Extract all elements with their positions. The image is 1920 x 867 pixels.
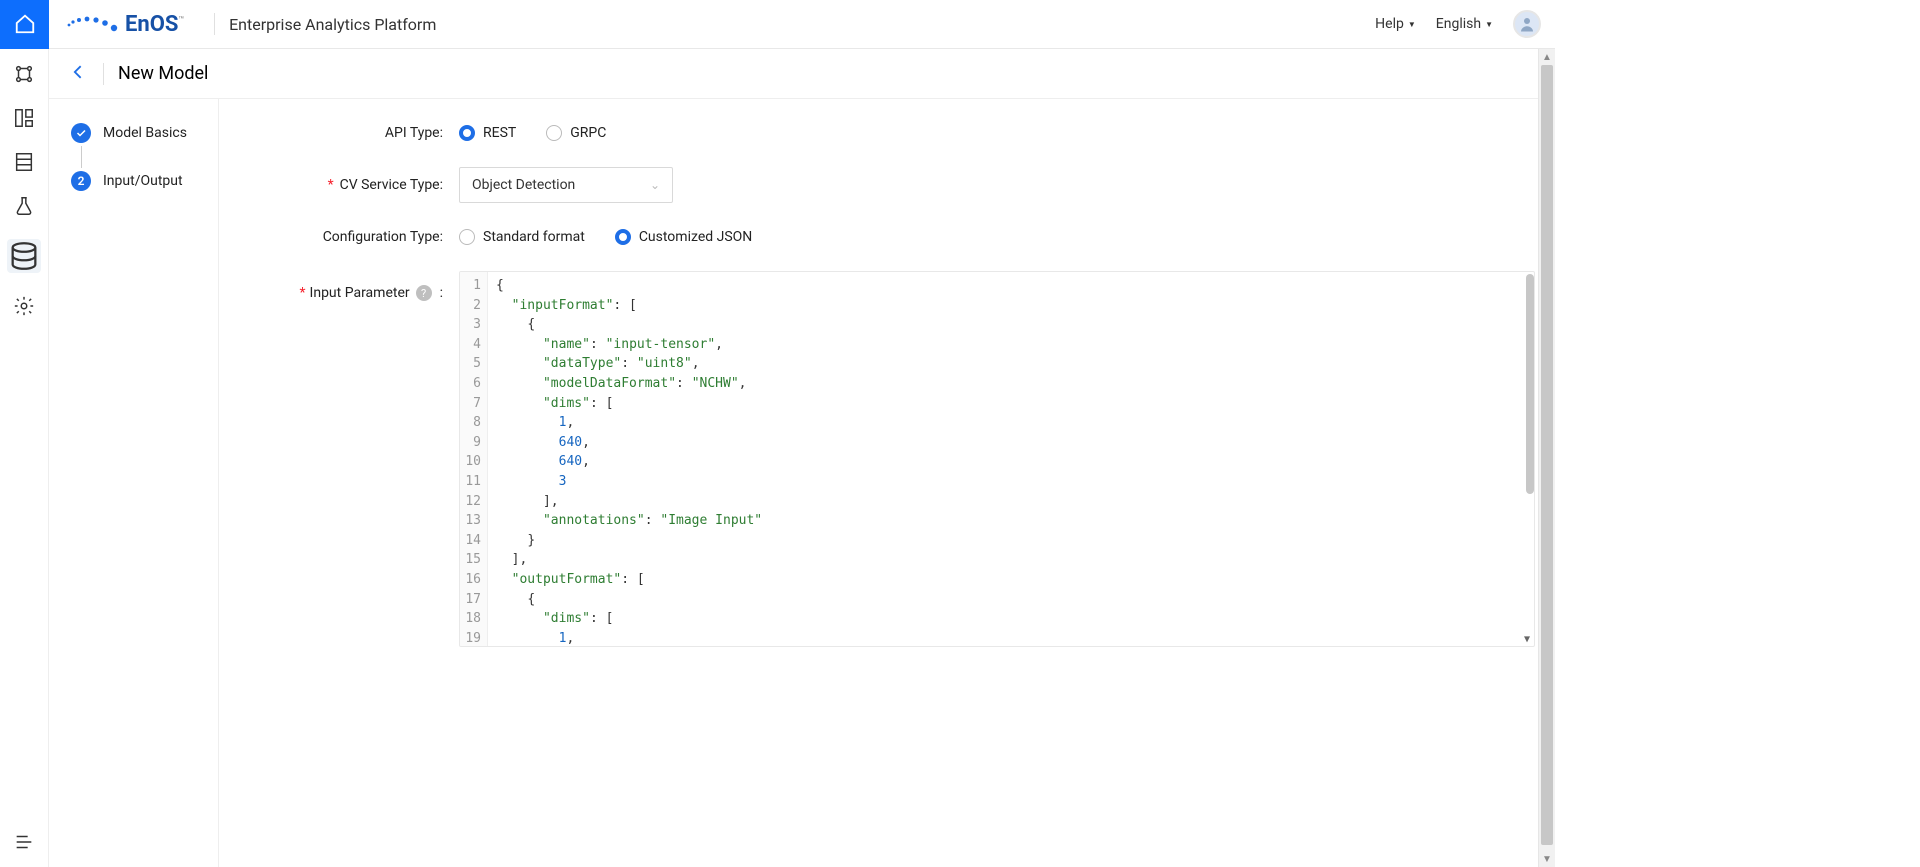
- page-title: New Model: [118, 63, 208, 84]
- help-icon[interactable]: ?: [416, 285, 432, 301]
- input-parameter-editor[interactable]: 12345678910111213141516171819 { "inputFo…: [459, 271, 1535, 647]
- scrollbar-thumb[interactable]: [1541, 65, 1553, 845]
- config-standard-radio[interactable]: Standard format: [459, 229, 585, 245]
- rail-item-experiments[interactable]: [13, 195, 35, 217]
- platform-title: Enterprise Analytics Platform: [229, 15, 436, 34]
- brand-tm: ™: [178, 15, 184, 25]
- api-type-rest-radio[interactable]: REST: [459, 125, 516, 141]
- home-button[interactable]: [0, 0, 49, 49]
- rail-item-data[interactable]: [13, 151, 35, 173]
- divider: [103, 63, 104, 85]
- rail-item-network[interactable]: [13, 63, 35, 85]
- radio-label: Standard format: [483, 229, 585, 245]
- scrollbar-thumb[interactable]: [1526, 274, 1534, 494]
- brand-logo: EnOS™: [49, 12, 200, 37]
- arrow-left-icon: [69, 62, 89, 82]
- divider: [214, 13, 215, 35]
- radio-icon: [615, 229, 631, 245]
- language-label: English: [1436, 16, 1481, 32]
- rail-item-dashboard[interactable]: [13, 107, 35, 129]
- caret-down-icon: ▼: [1408, 20, 1416, 29]
- editor-scroll-down-icon[interactable]: ▼: [1520, 632, 1534, 646]
- step-label: Input/Output: [103, 173, 183, 189]
- radio-icon: [459, 125, 475, 141]
- logo-dots-icon: [65, 15, 121, 33]
- scroll-up-icon[interactable]: ▲: [1539, 49, 1555, 65]
- input-parameter-label: * Input Parameter ? :: [219, 271, 449, 301]
- editor-gutter: 12345678910111213141516171819: [460, 272, 488, 646]
- help-dropdown[interactable]: Help ▼: [1375, 16, 1416, 32]
- language-dropdown[interactable]: English ▼: [1436, 16, 1493, 32]
- user-icon: [1518, 15, 1536, 33]
- step-input-output[interactable]: 2 Input/Output: [71, 171, 218, 191]
- scrollbar-track[interactable]: [1539, 65, 1555, 851]
- step-connector: [81, 146, 82, 168]
- check-icon: [75, 127, 87, 139]
- radio-icon: [546, 125, 562, 141]
- radio-icon: [459, 229, 475, 245]
- help-label: Help: [1375, 16, 1404, 32]
- radio-label: Customized JSON: [639, 229, 752, 245]
- steps-nav: Model Basics 2 Input/Output: [49, 99, 219, 867]
- api-type-label: API Type:: [219, 125, 449, 141]
- page-scrollbar[interactable]: ▲ ▼: [1538, 49, 1555, 867]
- side-rail: [0, 49, 49, 867]
- api-type-grpc-radio[interactable]: GRPC: [546, 125, 606, 141]
- brand-os: OS: [150, 12, 179, 37]
- chevron-down-icon: ⌄: [650, 178, 660, 192]
- home-icon: [14, 13, 36, 35]
- cv-service-type-label: *CV Service Type:: [219, 177, 449, 193]
- step-label: Model Basics: [103, 125, 187, 141]
- back-button[interactable]: [69, 62, 89, 86]
- avatar[interactable]: [1513, 10, 1541, 38]
- step-number-icon: 2: [71, 171, 91, 191]
- radio-label: REST: [483, 125, 516, 141]
- radio-label: GRPC: [570, 125, 606, 141]
- cv-service-type-select[interactable]: Object Detection ⌄: [459, 167, 673, 203]
- rail-collapse[interactable]: [13, 831, 35, 853]
- caret-down-icon: ▼: [1485, 20, 1493, 29]
- rail-item-models[interactable]: [7, 239, 41, 273]
- configuration-type-label: Configuration Type:: [219, 229, 449, 245]
- config-custom-json-radio[interactable]: Customized JSON: [615, 229, 752, 245]
- rail-item-settings[interactable]: [13, 295, 35, 317]
- editor-scrollbar[interactable]: [1522, 272, 1534, 646]
- brand-en: En: [125, 12, 150, 37]
- scroll-down-icon[interactable]: ▼: [1539, 851, 1555, 867]
- step-model-basics[interactable]: Model Basics: [71, 123, 218, 143]
- editor-code[interactable]: { "inputFormat": [ { "name": "input-tens…: [488, 272, 1534, 646]
- step-done-icon: [71, 123, 91, 143]
- select-value: Object Detection: [472, 177, 575, 193]
